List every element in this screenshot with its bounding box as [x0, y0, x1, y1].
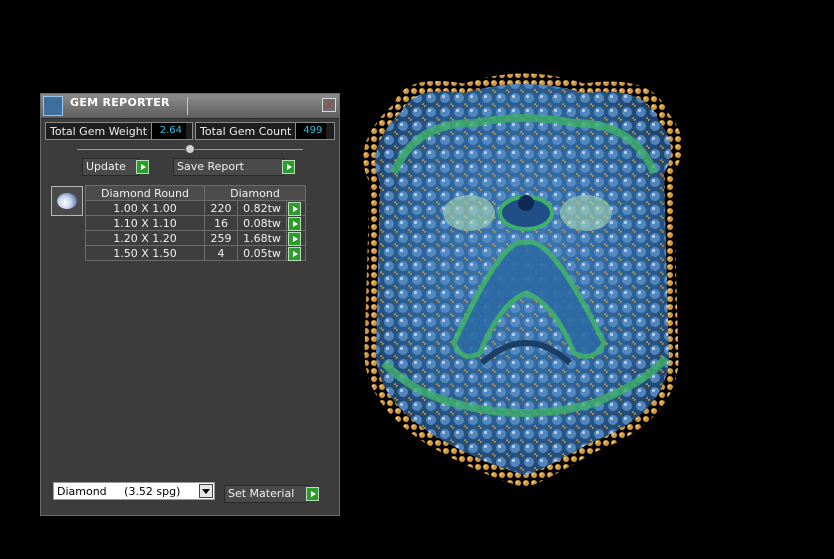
- cell-count: 220: [204, 200, 238, 216]
- cell-weight: 0.82tw: [237, 200, 287, 216]
- cell-weight: 0.08tw: [237, 215, 287, 231]
- panel-title: GEM REPORTER: [70, 96, 170, 109]
- save-report-button-label: Save Report: [177, 160, 244, 173]
- cell-size: 1.00 X 1.00: [85, 200, 205, 216]
- total-gem-count: Total Gem Count 499: [195, 122, 335, 140]
- row-play-cell[interactable]: [286, 200, 306, 216]
- play-arrow-icon[interactable]: [288, 232, 301, 246]
- update-button-label: Update: [86, 160, 126, 173]
- cell-count: 259: [204, 230, 238, 246]
- update-play-icon[interactable]: [136, 160, 149, 174]
- gem-table: Diamond Round Diamond 1.00 X 1.00 220 0.…: [85, 185, 306, 261]
- total-gem-weight: Total Gem Weight 2.64: [45, 122, 193, 140]
- cell-count: 16: [204, 215, 238, 231]
- material-select[interactable]: Diamond (3.52 spg): [53, 482, 215, 500]
- set-material-button[interactable]: Set Material: [224, 485, 309, 503]
- cell-weight: 0.05tw: [237, 245, 287, 261]
- save-report-play-icon[interactable]: [282, 160, 295, 174]
- jeweled-bulldog-badge-image: [362, 72, 684, 489]
- cell-size: 1.50 X 1.50: [85, 245, 205, 261]
- title-bar[interactable]: GEM REPORTER ×: [41, 94, 339, 119]
- save-report-button[interactable]: Save Report: [173, 158, 284, 176]
- table-row[interactable]: 1.50 X 1.50 4 0.05tw: [85, 245, 306, 261]
- close-button[interactable]: ×: [322, 98, 336, 112]
- chevron-down-icon[interactable]: [199, 484, 213, 498]
- table-row[interactable]: 1.00 X 1.00 220 0.82tw: [85, 200, 306, 216]
- play-arrow-icon[interactable]: [288, 217, 301, 231]
- cell-weight: 1.68tw: [237, 230, 287, 246]
- set-material-play-icon[interactable]: [306, 487, 319, 501]
- gem-reporter-app-icon: [43, 96, 63, 116]
- table-row[interactable]: 1.20 X 1.20 259 1.68tw: [85, 230, 306, 246]
- cell-count: 4: [204, 245, 238, 261]
- header-gem-shape: Diamond Round: [85, 185, 205, 201]
- report-list-area: [42, 234, 334, 475]
- title-separator: [187, 97, 188, 115]
- table-row[interactable]: 1.10 X 1.10 16 0.08tw: [85, 215, 306, 231]
- total-gem-count-value: 499: [295, 123, 327, 139]
- total-gem-weight-value: 2.64: [151, 123, 187, 139]
- gem-shape: [57, 193, 77, 209]
- diamond-oval-gem-icon[interactable]: [51, 186, 83, 216]
- gem-reporter-panel: GEM REPORTER × Total Gem Weight 2.64 Tot…: [40, 93, 340, 516]
- total-gem-weight-label: Total Gem Weight: [50, 124, 148, 138]
- header-material: Diamond: [204, 185, 306, 201]
- set-material-button-label: Set Material: [228, 487, 295, 500]
- play-arrow-icon[interactable]: [288, 202, 301, 216]
- row-play-cell[interactable]: [286, 215, 306, 231]
- row-play-cell[interactable]: [286, 245, 306, 261]
- splitter-knob[interactable]: [185, 144, 195, 154]
- material-select-value: Diamond (3.52 spg): [57, 485, 181, 498]
- cell-size: 1.10 X 1.10: [85, 215, 205, 231]
- total-gem-count-label: Total Gem Count: [200, 124, 292, 138]
- cell-size: 1.20 X 1.20: [85, 230, 205, 246]
- row-play-cell[interactable]: [286, 230, 306, 246]
- update-button[interactable]: Update: [82, 158, 139, 176]
- play-arrow-icon[interactable]: [288, 247, 301, 261]
